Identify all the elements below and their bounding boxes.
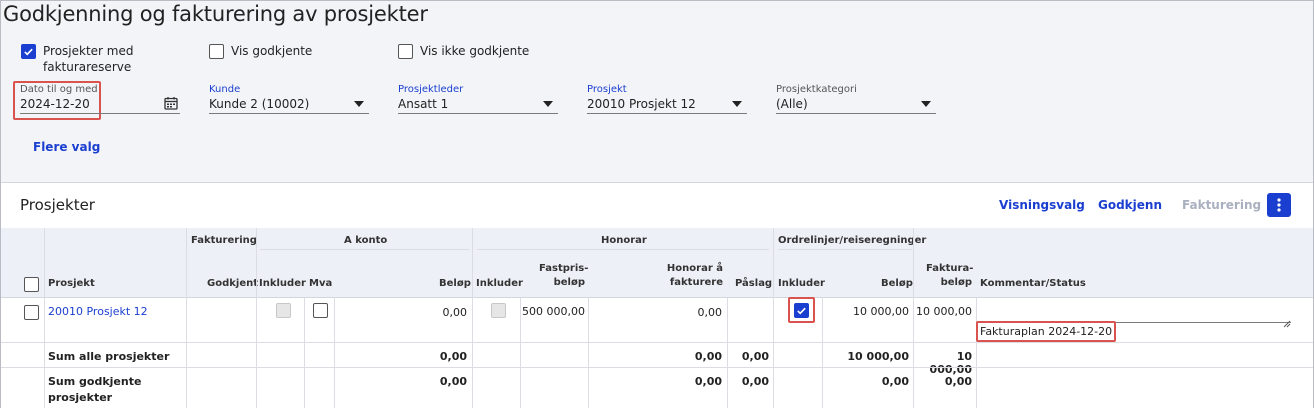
ordre-group-line (778, 249, 912, 250)
col-divider (44, 228, 45, 408)
date-input[interactable]: 2024-12-20 (20, 97, 90, 111)
vis-ikke-godkjente-label: Vis ikke godkjente (420, 44, 530, 58)
col-ak-mva: Mva (309, 278, 333, 289)
row-honorar: 0,00 (697, 306, 723, 319)
col-ak-inkluder: Inkluder (259, 278, 306, 289)
sum-alle-or-belop: 10 000,00 (847, 350, 909, 363)
fakturareserve-checkbox[interactable] (21, 44, 36, 59)
row-fastpris: 500 000,00 (522, 305, 585, 318)
col-divider (976, 297, 977, 408)
ak-mva-checkbox[interactable] (313, 303, 328, 318)
kategori-select[interactable]: (Alle) (776, 97, 808, 111)
prosjekter-panel: Prosjekter Visningsvalg Godkjenn Fakture… (1, 182, 1313, 408)
vis-godkjente-checkbox[interactable] (209, 44, 224, 59)
kategori-underline (776, 113, 936, 114)
col-divider (588, 297, 589, 408)
group-honorar: Honorar (601, 235, 647, 246)
col-divider (256, 228, 257, 408)
sum-alle-ak-belop: 0,00 (439, 350, 467, 363)
col-divider (186, 228, 187, 408)
group-fakturering: Fakturering (191, 235, 257, 246)
prosjektleder-label: Prosjektleder (398, 84, 464, 95)
col-or-belop: Beløp (881, 278, 913, 289)
row-border (1, 342, 1313, 343)
visningsvalg-button[interactable]: Visningsvalg (999, 198, 1085, 212)
or-inkluder-checkbox[interactable] (794, 303, 809, 318)
prosjekt-underline (587, 113, 747, 114)
godkjenn-button[interactable]: Godkjenn (1098, 198, 1162, 212)
ak-inkluder-checkbox (276, 303, 291, 318)
col-prosjekt: Prosjekt (48, 278, 95, 289)
page-title: Godkjenning og fakturering av prosjekter (3, 2, 428, 26)
row-ak-belop: 0,00 (442, 306, 468, 319)
kunde-select[interactable]: Kunde 2 (10002) (209, 97, 309, 111)
row-prosjekt-link[interactable]: 20010 Prosjekt 12 (48, 305, 148, 318)
resize-handle-icon[interactable] (1283, 313, 1291, 328)
sum-godkjente-honorar: 0,00 (694, 375, 722, 388)
col-ak-belop: Beløp (439, 278, 471, 289)
col-divider (304, 297, 305, 408)
more-options-button[interactable] (1267, 193, 1291, 217)
col-honorar: Honorar å fakturere (666, 263, 723, 288)
kunde-underline (209, 113, 369, 114)
kunde-label: Kunde (209, 84, 241, 95)
calendar-icon[interactable] (164, 95, 178, 110)
col-divider (472, 228, 473, 408)
select-all-checkbox[interactable] (24, 277, 39, 292)
col-godkjent: Godkjent (207, 278, 258, 289)
sum-godkjente-label: Sum godkjente prosjekter (48, 375, 142, 404)
vis-godkjente-label: Vis godkjente (231, 44, 313, 58)
group-ordrelinjer: Ordrelinjer/reiseregninger (778, 235, 927, 246)
flere-valg-link[interactable]: Flere valg (33, 140, 100, 154)
honorar-group-line (477, 249, 769, 250)
row-fakturabelop: 10 000,00 (916, 305, 972, 318)
prosjektleder-select[interactable]: Ansatt 1 (398, 97, 448, 111)
sum-alle-fakturabelop: 10 000,00 (929, 350, 972, 376)
prosjekt-label: Prosjekt (587, 84, 627, 95)
col-fakturabelop: Faktura-beløp (926, 263, 974, 288)
kategori-label: Prosjektkategori (776, 84, 857, 95)
row-border (1, 367, 1313, 368)
col-fastpris: Fastpris-beløp (539, 263, 589, 288)
sum-godkjente-paslag: 0,00 (741, 375, 769, 388)
sum-godkjente-fakturabelop: 0,00 (944, 375, 972, 388)
chevron-down-icon[interactable] (921, 101, 931, 107)
chevron-down-icon[interactable] (732, 101, 742, 107)
panel-title: Prosjekter (20, 196, 95, 214)
col-divider (334, 297, 335, 408)
row-select-checkbox[interactable] (24, 305, 39, 320)
chevron-down-icon[interactable] (354, 101, 364, 107)
check-icon (24, 48, 33, 56)
row-status: Fakturaplan 2024-12-20 (980, 325, 1113, 338)
date-label: Dato til og med (20, 84, 98, 95)
row-or-belop: 10 000,00 (853, 305, 909, 318)
col-kommentar: Kommentar/Status (980, 278, 1086, 289)
ho-inkluder-checkbox (491, 303, 506, 318)
fakturering-button[interactable]: Fakturering (1182, 198, 1261, 212)
vis-ikke-godkjente-checkbox[interactable] (398, 44, 413, 59)
check-icon (797, 307, 806, 315)
prosjekt-select[interactable]: 20010 Prosjekt 12 (587, 97, 696, 111)
kommentar-textarea[interactable] (980, 298, 1291, 323)
sum-godkjente-or-belop: 0,00 (881, 375, 909, 388)
col-paslag: Påslag (735, 278, 773, 289)
akonto-group-line (260, 249, 469, 250)
chevron-down-icon[interactable] (543, 101, 553, 107)
sum-alle-label: Sum alle prosjekter (48, 350, 170, 363)
sum-alle-honorar: 0,00 (694, 350, 722, 363)
app-window: Godkjenning og fakturering av prosjekter… (0, 0, 1314, 408)
prosjektleder-underline (398, 113, 558, 114)
sum-alle-paslag: 0,00 (741, 350, 769, 363)
col-divider (773, 228, 774, 408)
col-ho-inkluder: Inkluder (476, 278, 523, 289)
sum-godkjente-ak-belop: 0,00 (439, 375, 467, 388)
col-or-inkluder: Inkluder (778, 278, 825, 289)
date-underline (20, 113, 180, 114)
group-akonto: A konto (344, 235, 388, 246)
fakturareserve-label: Prosjekter med fakturareserve (43, 44, 134, 74)
more-vertical-icon (1277, 198, 1281, 212)
